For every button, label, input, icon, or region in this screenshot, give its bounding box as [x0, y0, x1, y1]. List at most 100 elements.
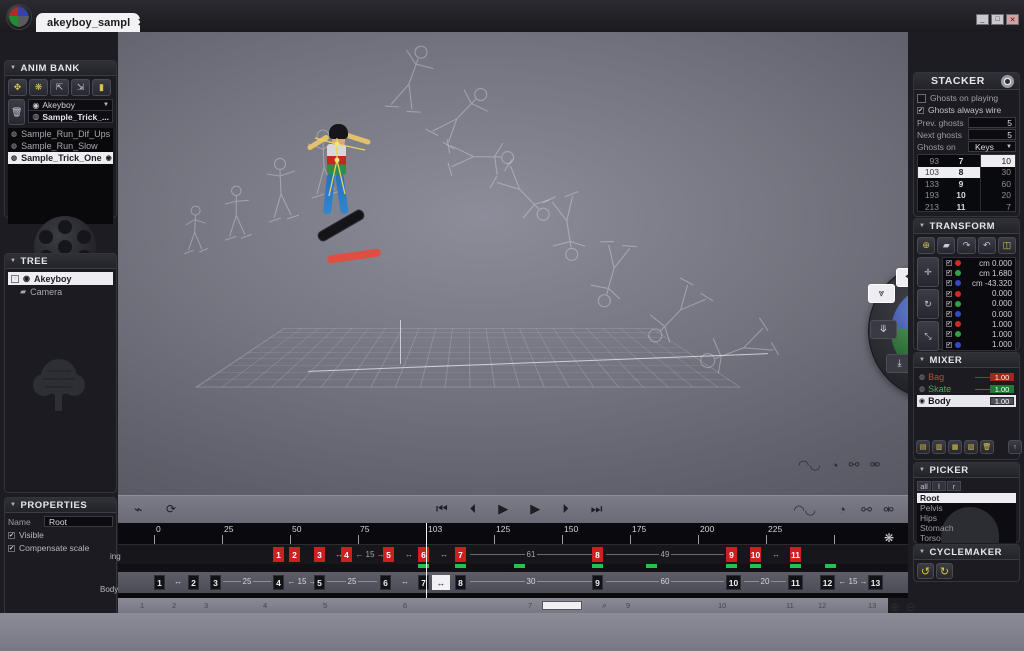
keyframe[interactable]: 3	[314, 547, 325, 562]
axis-lock-checkbox[interactable]: ✔	[946, 280, 952, 287]
gap-label[interactable]: 25	[327, 577, 377, 586]
stacker-table[interactable]: 93 7 103 8 133 9 193 10 213 11 10 30 60 …	[917, 154, 1016, 212]
axis-lock-checkbox[interactable]: ✔	[946, 270, 952, 277]
stacker-header[interactable]: STACKER	[914, 73, 1019, 90]
link-icon[interactable]: ⚯	[861, 502, 872, 518]
local-axis-icon[interactable]: ⊕	[917, 237, 936, 254]
keyframe[interactable]: 8	[455, 575, 466, 590]
first-key-icon[interactable]: ⏮	[436, 501, 448, 517]
table-row[interactable]: 213 11	[918, 201, 980, 213]
picker-item-hips[interactable]: Hips	[917, 513, 1016, 523]
copy-layer-icon[interactable]: ▧	[964, 440, 978, 454]
compensate-scale-checkbox[interactable]: ✔	[8, 544, 15, 552]
picker-list[interactable]: Root Pelvis Hips Stomach Torso	[917, 493, 1016, 543]
playhead[interactable]	[426, 523, 427, 598]
collapse-caret-icon[interactable]: ▼	[10, 502, 17, 508]
anim-bank-header[interactable]: ▼ ANIM BANK	[5, 61, 116, 76]
play-icon[interactable]: ▶	[498, 501, 508, 517]
collapse-caret-icon[interactable]: ▼	[919, 467, 926, 473]
keyframe[interactable]: 7	[455, 547, 466, 562]
keyframe[interactable]: 10	[726, 575, 741, 590]
cyclemaker-header[interactable]: ▼ CYCLEMAKER	[914, 545, 1019, 560]
world-axis-icon[interactable]: ↶	[977, 237, 996, 254]
keyframe[interactable]: 6	[380, 575, 391, 590]
axis-lock-checkbox[interactable]: ✔	[946, 341, 952, 348]
axis-lock-checkbox[interactable]: ✔	[946, 260, 952, 267]
add-anim-icon[interactable]: ✥	[8, 79, 27, 96]
mixer-layer-bag[interactable]: ◍ Bag 1.00	[917, 371, 1016, 383]
transform-row[interactable]: ✔ 0.000	[943, 299, 1015, 309]
list-item[interactable]: ◍ Sample_Run_Dif_Ups	[8, 128, 113, 140]
tab-all[interactable]: all	[917, 481, 931, 491]
gap-label[interactable]: 25	[223, 577, 271, 586]
mixer-weight-slider[interactable]: 1.00	[975, 397, 1014, 406]
stacker-value[interactable]: 60	[981, 178, 1015, 190]
viewport-3d[interactable]: ✥ ↻ ✦ ↓ ⚙ ⤓ ⤋ ⩔ ◠◡ ◔ ⚯ ⚮	[118, 32, 908, 495]
transform-row[interactable]: ✔ 1.000	[943, 319, 1015, 329]
translate-icon[interactable]: ✛	[917, 257, 939, 287]
maximize-button[interactable]: □	[991, 14, 1004, 25]
add-layer-icon[interactable]: ▤	[916, 440, 930, 454]
mixer-layer-skate[interactable]: ◍ Skate 1.00	[917, 383, 1016, 395]
prev-key-icon[interactable]: ⏴	[470, 501, 477, 517]
delete-layer-icon[interactable]: 🗑	[980, 440, 994, 454]
cycle-forward-icon[interactable]: ↻	[936, 563, 953, 579]
keyframe[interactable]: 1	[154, 575, 165, 590]
stacker-value[interactable]: 30	[981, 167, 1015, 179]
picker-item-stomach[interactable]: Stomach	[917, 523, 1016, 533]
picker-item-root[interactable]: Root	[917, 493, 1016, 503]
sidebar-item-akeyboy[interactable]: + ◉ Akeyboy	[8, 272, 113, 285]
export-anim-icon[interactable]: ⇲	[71, 79, 90, 96]
play-zoom-icon[interactable]: ▶	[530, 501, 540, 517]
transform-row[interactable]: ✔ 0.000	[943, 309, 1015, 319]
merge-layer-icon[interactable]: ▦	[948, 440, 962, 454]
picker-item-torso[interactable]: Torso	[917, 533, 1016, 543]
ghosts-on-playing-checkbox[interactable]	[917, 93, 926, 103]
gap-label[interactable]: 60	[606, 577, 724, 586]
gap-label[interactable]: ↔	[393, 577, 417, 586]
axis-lock-checkbox[interactable]: ✔	[946, 290, 952, 297]
tree-header[interactable]: ▼ TREE	[5, 254, 116, 269]
close-button[interactable]: ✕	[1006, 14, 1019, 25]
name-field[interactable]: Root	[44, 516, 113, 527]
ghosts-on-select[interactable]: Keys ▼	[968, 141, 1016, 152]
gap-label[interactable]: 49	[606, 550, 724, 559]
link-icon[interactable]: ⚯	[849, 457, 860, 473]
rotate-icon[interactable]: ↻	[917, 289, 939, 319]
list-item-selected[interactable]: ◍ Sample_Trick_One ◉	[8, 152, 113, 164]
mixer-header[interactable]: ▼ MIXER	[914, 353, 1019, 368]
prev-ghosts-field[interactable]: 5	[968, 117, 1016, 128]
eye-icon[interactable]: ◉	[106, 154, 112, 162]
table-row[interactable]: 93 7	[918, 155, 980, 167]
collapse-caret-icon[interactable]: ▼	[10, 65, 17, 71]
stacker-value[interactable]: 10	[981, 155, 1015, 167]
ghosts-always-wire-checkbox[interactable]: ✔	[917, 106, 924, 114]
chevron-down-icon[interactable]: ▼	[1006, 144, 1012, 150]
collapse-caret-icon[interactable]: ▼	[10, 258, 17, 264]
scale-icon[interactable]: ⤡	[917, 321, 939, 351]
scrollbar-thumb[interactable]	[542, 601, 582, 610]
onion-skin-icon[interactable]: ◠◡	[793, 502, 816, 518]
next-ghosts-field[interactable]: 5	[968, 129, 1016, 140]
timeline[interactable]: 0 25 50 75 103 125 150 175 200 225 1 2 3…	[118, 523, 908, 598]
keyframe[interactable]: 9	[726, 547, 737, 562]
list-item[interactable]: ◍ Sample_Run_Slow	[8, 140, 113, 152]
gap-label[interactable]: ↔	[431, 550, 457, 559]
collapse-caret-icon[interactable]: ▼	[919, 549, 926, 555]
search-icon[interactable]: ⌕	[602, 600, 607, 611]
gap-label[interactable]: ← 15 →	[354, 550, 386, 559]
bag-track[interactable]: 1 2 3 ↔ 4 ← 15 → 5 ↔ 6 ↔ 7 61 8 49 9 10 ↔ …	[118, 545, 908, 564]
axis-lock-checkbox[interactable]: ✔	[946, 311, 952, 318]
new-folder-icon[interactable]: ▮	[92, 79, 111, 96]
keyframe[interactable]: 11	[788, 575, 803, 590]
transform-row[interactable]: ✔ 1.000	[943, 329, 1015, 339]
transform-row[interactable]: ✔ 0.000	[943, 289, 1015, 299]
ik-down-icon[interactable]: ⤋	[870, 320, 897, 339]
navigation-gizmo[interactable]: ✥ ↻ ✦ ↓ ⚙ ⤓ ⤋ ⩔	[868, 262, 908, 400]
gimbal-icon[interactable]: ◫	[997, 237, 1017, 254]
timeline-ruler[interactable]: 0 25 50 75 103 125 150 175 200 225	[118, 523, 908, 545]
gap-label[interactable]: 61	[470, 550, 592, 559]
speedometer-icon[interactable]: ◔	[838, 502, 846, 517]
cycle-backward-icon[interactable]: ↺	[917, 563, 934, 579]
mixer-weight-slider[interactable]: 1.00	[975, 373, 1014, 382]
